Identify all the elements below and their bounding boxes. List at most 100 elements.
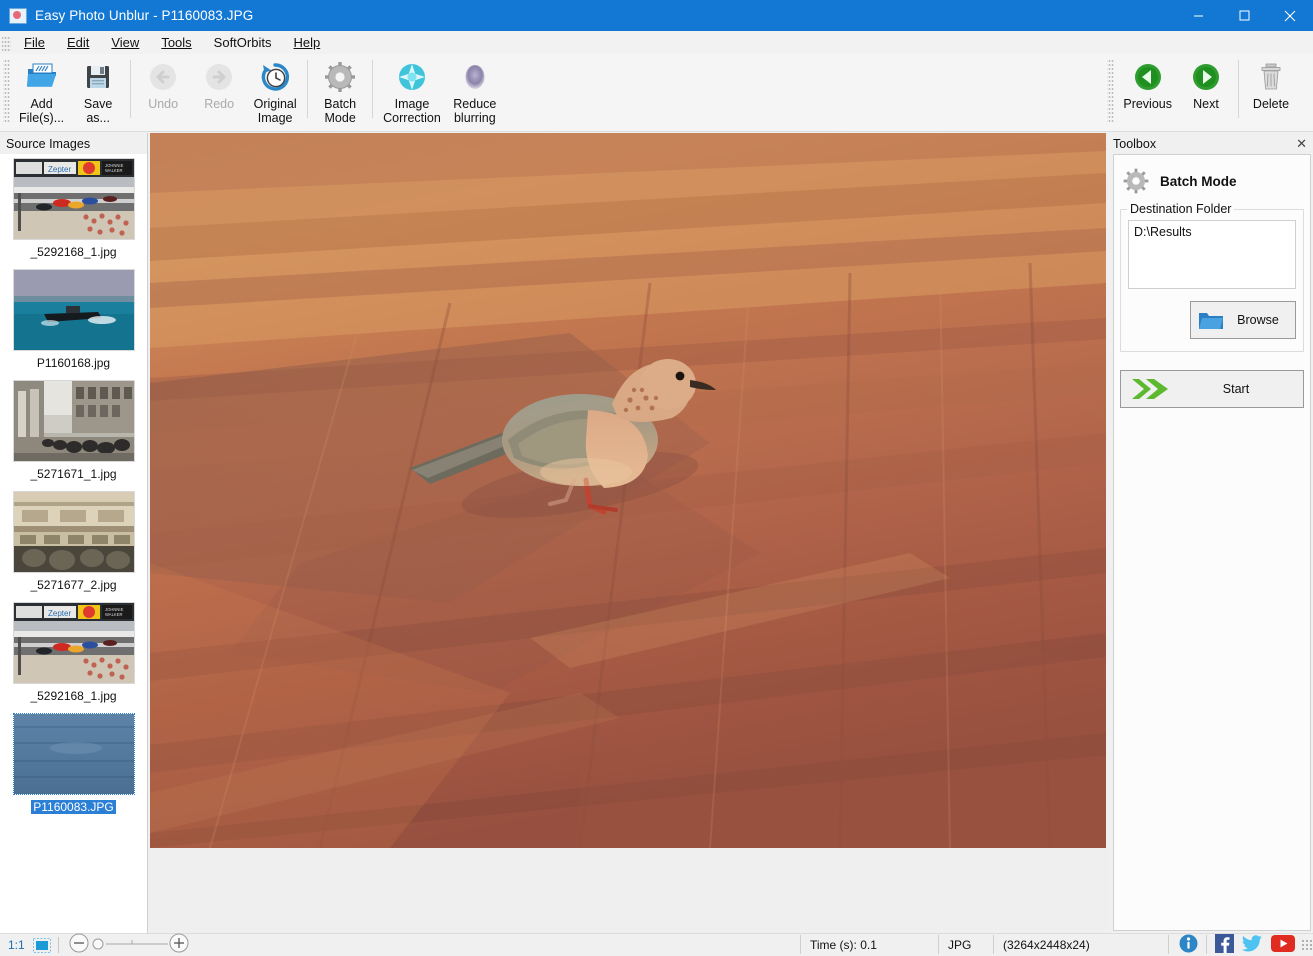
menu-item-tools[interactable]: Tools xyxy=(150,33,202,52)
redo-arrow-icon xyxy=(202,60,236,94)
resize-grip[interactable] xyxy=(1301,938,1313,951)
minimize-button[interactable] xyxy=(1175,0,1221,31)
social-links xyxy=(1179,933,1295,956)
menu-label-tools: Tools xyxy=(161,35,192,50)
facebook-icon[interactable] xyxy=(1215,933,1234,956)
thumbnail-image-selected[interactable] xyxy=(12,713,135,795)
thumbnail-image[interactable]: Zepter JOHNNIE WALKER xyxy=(12,158,135,240)
thumbnail-image[interactable] xyxy=(12,380,135,462)
toolbar-button-original-image[interactable]: Original Image xyxy=(247,54,303,129)
info-icon[interactable] xyxy=(1179,934,1198,956)
toolbar-label-original-image: Original Image xyxy=(253,97,297,125)
undo-arrow-icon xyxy=(146,60,180,94)
toolbar-button-add-files[interactable]: Add File(s)... xyxy=(13,54,70,129)
start-button[interactable]: Start xyxy=(1120,370,1304,408)
toolbox-section-title: Batch Mode xyxy=(1122,167,1310,195)
toolbar-label-image-correction: Image Correction xyxy=(383,97,441,125)
list-item-label: _5292168_1.jpg xyxy=(30,245,117,259)
toolbar-grip-right[interactable] xyxy=(1107,58,1115,122)
menu-item-view[interactable]: View xyxy=(100,33,150,52)
twitter-icon[interactable] xyxy=(1241,934,1263,956)
zoom-slider-track[interactable] xyxy=(105,933,168,956)
toolbar-button-batch-mode[interactable]: Batch Mode xyxy=(312,54,368,129)
toolbar-button-delete[interactable]: Delete xyxy=(1243,54,1299,129)
destination-folder-legend: Destination Folder xyxy=(1127,202,1235,216)
source-images-header: Source Images xyxy=(0,133,147,155)
green-left-arrow-icon xyxy=(1131,60,1165,94)
toolbar-separator-3 xyxy=(372,60,374,118)
zoom-slider[interactable] xyxy=(68,933,190,956)
menu-grip[interactable] xyxy=(2,34,11,51)
toolbox-panel: Toolbox ✕ Batch Mode Destination Folder … xyxy=(1109,133,1313,933)
thumbnail-image[interactable] xyxy=(12,269,135,351)
list-item[interactable]: P1160168.jpg xyxy=(0,269,147,376)
menu-item-softorbits[interactable]: SoftOrbits xyxy=(203,33,283,52)
browse-button[interactable]: Browse xyxy=(1190,301,1296,339)
menu-bar: File Edit View Tools SoftOrbits Help xyxy=(0,31,1313,55)
list-item[interactable]: _5271677_2.jpg xyxy=(0,491,147,598)
toolbar-button-next[interactable]: Next xyxy=(1178,54,1234,129)
list-item[interactable]: Zepter JOHNNIE WALKER _5292168_1.jpg xyxy=(0,602,147,709)
toolbar-label-add-files: Add File(s)... xyxy=(19,97,65,125)
starburst-cyan-icon xyxy=(395,60,429,94)
list-item[interactable]: P1160083.JPG xyxy=(0,713,147,820)
plus-icon[interactable] xyxy=(168,933,190,956)
menu-item-help[interactable]: Help xyxy=(282,33,331,52)
window-title: Easy Photo Unblur - P1160083.JPG xyxy=(35,8,254,23)
list-item-label: _5292168_1.jpg xyxy=(30,689,117,703)
svg-text:Zepter: Zepter xyxy=(48,165,71,174)
svg-text:Zepter: Zepter xyxy=(48,609,71,618)
toolbar-label-previous: Previous xyxy=(1123,97,1172,111)
open-folder-icon xyxy=(1191,309,1231,331)
toolbar-button-image-correction[interactable]: Image Correction xyxy=(377,54,447,129)
source-images-list[interactable]: Zepter JOHNNIE WALKER _5292168_1.jpg P11… xyxy=(0,154,147,933)
toolbar-label-delete: Delete xyxy=(1252,97,1290,111)
toolbar-label-redo: Redo xyxy=(204,97,235,111)
minus-icon[interactable] xyxy=(68,933,90,956)
thumbnail-image[interactable]: Zepter JOHNNIE WALKER xyxy=(12,602,135,684)
fit-to-window-icon[interactable] xyxy=(32,937,51,953)
list-item-label-selected: P1160083.JPG xyxy=(31,800,116,814)
application-window: Easy Photo Unblur - P1160083.JPG File Ed… xyxy=(0,0,1313,955)
close-button[interactable] xyxy=(1267,0,1313,31)
status-format: JPG xyxy=(948,937,972,952)
maximize-button[interactable] xyxy=(1221,0,1267,31)
zoom-ratio-label[interactable]: 1:1 xyxy=(8,938,25,952)
thumbnail-image[interactable] xyxy=(12,491,135,573)
window-controls xyxy=(1175,0,1313,31)
zoom-slider-thumb[interactable] xyxy=(90,933,106,956)
browse-button-row: Browse xyxy=(1128,301,1296,339)
toolbar-label-save-as: Save as... xyxy=(83,97,113,125)
list-item-label: _5271677_2.jpg xyxy=(30,578,117,592)
status-bar: 1:1 Time (s): 0.1 JPG (3264x2448x24) xyxy=(0,933,1313,955)
status-separator-1 xyxy=(57,936,59,953)
list-item[interactable]: Zepter JOHNNIE WALKER _5292168_1.jpg xyxy=(0,158,147,265)
image-canvas-area[interactable] xyxy=(148,133,1108,933)
list-item-label: _5271671_1.jpg xyxy=(30,467,117,481)
destination-folder-field[interactable]: D:\Results xyxy=(1128,220,1296,289)
toolbar-label-reduce-blurring: Reduce blurring xyxy=(453,97,497,125)
close-icon[interactable]: ✕ xyxy=(1296,137,1307,150)
status-separator-6 xyxy=(1206,935,1207,954)
list-item-label: P1160168.jpg xyxy=(36,356,111,370)
toolbar-grip-left[interactable] xyxy=(3,58,10,122)
svg-text:WALKER: WALKER xyxy=(105,612,123,617)
status-time: Time (s): 0.1 xyxy=(810,937,877,952)
toolbox-section-label: Batch Mode xyxy=(1160,173,1237,189)
menu-item-file[interactable]: File xyxy=(13,33,56,52)
toolbar-label-next: Next xyxy=(1193,97,1219,111)
list-item[interactable]: _5271671_1.jpg xyxy=(0,380,147,487)
green-right-arrow-icon xyxy=(1189,60,1223,94)
status-dimensions: (3264x2448x24) xyxy=(1003,937,1090,952)
toolbar-separator-4 xyxy=(1238,60,1239,118)
youtube-icon[interactable] xyxy=(1271,934,1295,955)
toolbar-button-reduce-blurring[interactable]: Reduce blurring xyxy=(447,54,503,129)
menu-item-edit[interactable]: Edit xyxy=(56,33,100,52)
main-photo[interactable] xyxy=(150,133,1106,848)
toolbar-button-save-as[interactable]: Save as... xyxy=(70,54,126,129)
menu-label-help: Help xyxy=(293,35,321,50)
toolbar-separator-1 xyxy=(130,60,132,118)
trash-can-icon xyxy=(1254,60,1288,94)
toolbar-button-previous[interactable]: Previous xyxy=(1117,54,1178,129)
open-folder-icon xyxy=(25,60,59,94)
